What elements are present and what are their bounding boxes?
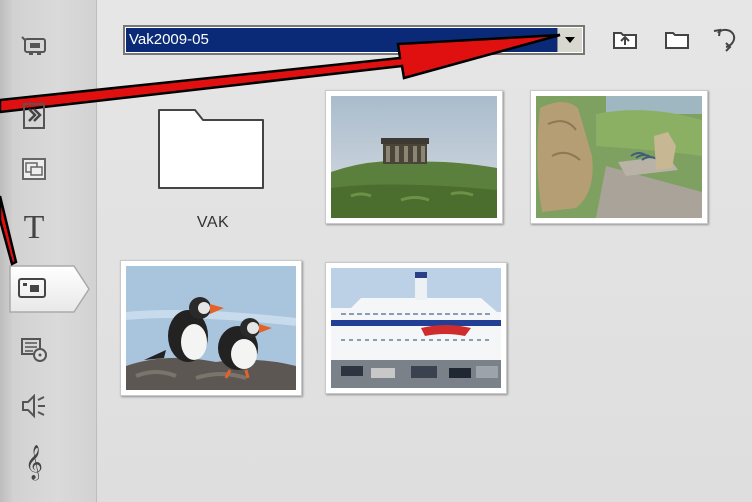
- photo-camera-icon: [18, 278, 46, 298]
- overlay-icon: [22, 158, 46, 180]
- folder-label: VAK: [196, 214, 230, 231]
- overlay-tool[interactable]: [14, 152, 54, 188]
- photo-thumbnail[interactable]: [325, 262, 507, 394]
- folder-icon: [665, 32, 689, 49]
- title-tool[interactable]: T: [14, 209, 54, 246]
- photo-thumbnail[interactable]: [530, 90, 708, 224]
- title-icon: T: [23, 209, 45, 246]
- folder-up-icon: [613, 32, 637, 49]
- folder-dropdown[interactable]: Vak2009-05: [123, 25, 585, 55]
- folder-dropdown-value: Vak2009-05: [126, 28, 557, 52]
- folder-icon: [158, 109, 264, 189]
- sound-effects-icon: [22, 393, 45, 419]
- browse-folder-button[interactable]: [661, 24, 693, 54]
- rotate-icon: [713, 28, 736, 52]
- sound-effects-tool[interactable]: [14, 388, 54, 424]
- transition-icon: [23, 103, 45, 129]
- music-icon: 𝄞: [25, 444, 43, 480]
- video-capture-tool[interactable]: [14, 28, 54, 64]
- chevron-down-icon: [565, 37, 575, 43]
- video-capture-icon: [21, 36, 46, 55]
- folder-up-button[interactable]: [609, 24, 641, 54]
- album-browser: [97, 0, 752, 502]
- photo-tool[interactable]: [8, 264, 90, 314]
- photo-thumbnail[interactable]: [325, 90, 503, 224]
- rotate-button[interactable]: [710, 24, 742, 54]
- carved-stone-photo: [536, 96, 702, 218]
- tool-strip: T 𝄞: [0, 0, 97, 502]
- puffins-photo: [126, 266, 296, 390]
- tool-strip-rail: [0, 0, 12, 502]
- photo-thumbnail[interactable]: [120, 260, 302, 396]
- dropdown-button[interactable]: [557, 28, 582, 52]
- disc-menu-tool[interactable]: [14, 332, 54, 368]
- ferry-ship-photo: [331, 268, 501, 388]
- disc-menu-icon: [21, 338, 47, 362]
- monument-on-hill-photo: [331, 96, 497, 218]
- music-tool[interactable]: 𝄞: [14, 444, 54, 480]
- transition-tool[interactable]: [14, 98, 54, 134]
- folder-item-vak[interactable]: VAK: [153, 98, 273, 238]
